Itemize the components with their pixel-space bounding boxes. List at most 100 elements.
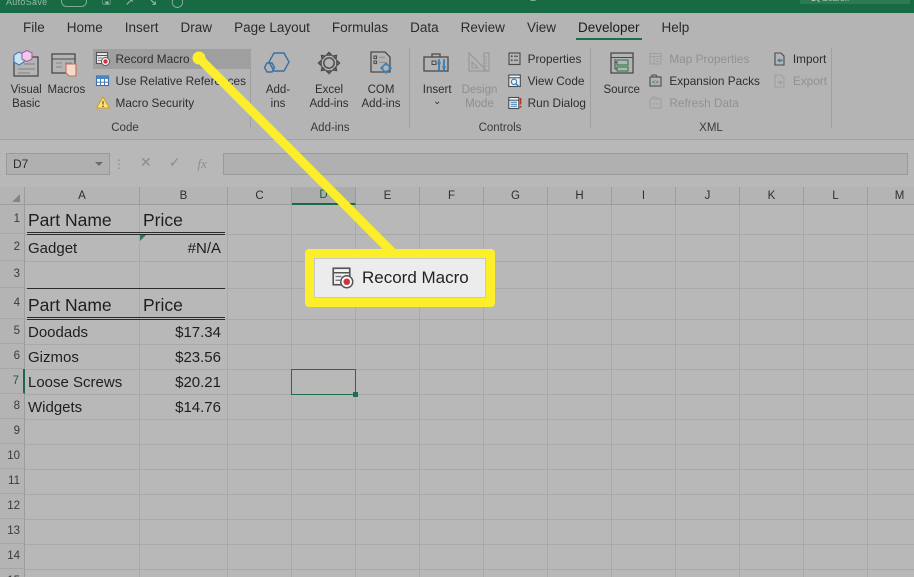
tab-draw[interactable]: Draw xyxy=(170,13,224,42)
insert-control-label: Insert xyxy=(422,84,452,96)
insert-control-button[interactable]: Insert ⌄ xyxy=(416,47,458,106)
confirm-check-icon[interactable]: ✓ xyxy=(169,155,181,172)
row-header-11[interactable]: 11 xyxy=(0,469,25,494)
formula-bar-overflow-icon[interactable]: ⋮ xyxy=(110,158,128,170)
search-box[interactable]: Search xyxy=(800,0,910,4)
fill-handle[interactable] xyxy=(353,392,358,397)
excel-add-ins-button[interactable]: Excel Add-ins xyxy=(303,47,355,110)
cancel-x-icon[interactable]: ✕ xyxy=(140,155,152,172)
insert-control-chevron-down-icon[interactable]: ⌄ xyxy=(433,96,441,106)
view-code-button[interactable]: View Code xyxy=(505,71,590,91)
column-header-I[interactable]: I xyxy=(612,187,676,205)
row-header-4[interactable]: 4 xyxy=(0,288,25,319)
row-header-3[interactable]: 3 xyxy=(0,261,25,288)
row-header-8[interactable]: 8 xyxy=(0,394,25,419)
row-header-6[interactable]: 6 xyxy=(0,344,25,369)
record-macro-button[interactable]: Record Macro xyxy=(92,49,250,69)
cell-B6[interactable]: $23.56 xyxy=(140,345,227,369)
column-header-C[interactable]: C xyxy=(228,187,292,205)
row-header-7[interactable]: 7 xyxy=(0,369,25,394)
tab-formulas[interactable]: Formulas xyxy=(321,13,399,42)
use-relative-references-label: Use Relative References xyxy=(115,74,246,88)
row-header-15[interactable]: 15 xyxy=(0,569,25,577)
tab-review[interactable]: Review xyxy=(450,13,516,42)
column-header-K[interactable]: K xyxy=(740,187,804,205)
tab-home[interactable]: Home xyxy=(56,13,114,42)
refresh-data-button: <> Refresh Data xyxy=(646,93,764,113)
column-header-H[interactable]: H xyxy=(548,187,612,205)
expansion-packs-button[interactable]: <> Expansion Packs xyxy=(646,71,764,91)
column-header-E[interactable]: E xyxy=(356,187,420,205)
macro-security-button[interactable]: Macro Security xyxy=(93,93,250,113)
name-box[interactable]: D7 xyxy=(6,152,110,175)
cell-B7[interactable]: $20.21 xyxy=(140,370,227,394)
cell-A1[interactable]: Part Name xyxy=(25,207,139,234)
import-button[interactable]: <> Import xyxy=(770,49,831,69)
import-icon: <> xyxy=(774,52,785,66)
formula-input[interactable] xyxy=(222,152,908,175)
column-header-J[interactable]: J xyxy=(676,187,740,205)
add-ins-button[interactable]: Add- ins xyxy=(253,47,303,110)
column-header-M[interactable]: M xyxy=(868,187,914,205)
autosave-toggle[interactable] xyxy=(61,0,88,7)
tab-data[interactable]: Data xyxy=(399,13,450,42)
tab-developer[interactable]: Developer xyxy=(567,13,651,42)
column-header-F[interactable]: F xyxy=(420,187,484,205)
cell-B5[interactable]: $17.34 xyxy=(140,320,227,344)
cell-A4[interactable]: Part Name xyxy=(25,291,139,319)
run-dialog-button[interactable]: Run Dialog xyxy=(505,93,590,113)
row-header-9[interactable]: 9 xyxy=(0,419,25,444)
cell-B8[interactable]: $14.76 xyxy=(140,395,227,419)
row-header-10[interactable]: 10 xyxy=(0,444,25,469)
chevron-down-icon[interactable] xyxy=(95,161,103,166)
cell-A8[interactable]: Widgets xyxy=(25,395,139,419)
cell-B1[interactable]: Price xyxy=(140,207,227,234)
record-macro-icon xyxy=(332,267,354,289)
cell-A2[interactable]: Gadget xyxy=(25,235,139,261)
column-header-L[interactable]: L xyxy=(804,187,868,205)
customize-qat-icon[interactable]: ◯ xyxy=(171,0,183,8)
column-header-D[interactable]: D xyxy=(292,187,356,205)
tab-file[interactable]: File xyxy=(12,13,56,42)
properties-label: Properties xyxy=(527,52,582,66)
visual-basic-button[interactable]: Visual Basic xyxy=(6,47,46,110)
save-icon[interactable]: 🖫 xyxy=(101,0,110,11)
cell-A6[interactable]: Gizmos xyxy=(25,345,139,369)
row-header-2[interactable]: 2 xyxy=(0,234,25,261)
visual-basic-label-2: Basic xyxy=(12,97,41,110)
xml-source-button[interactable]: Source xyxy=(599,47,644,97)
macros-button[interactable]: Macros xyxy=(46,47,86,97)
column-header-G[interactable]: G xyxy=(484,187,548,205)
map-properties-label: Map Properties xyxy=(669,52,750,66)
design-mode-button: Design Mode xyxy=(458,47,500,110)
ribbon-group-addins: Add- ins Excel Add-ins COM Add-ins Add-i… xyxy=(251,42,409,139)
row-header-14[interactable]: 14 xyxy=(0,544,25,569)
properties-button[interactable]: Properties xyxy=(505,49,590,69)
redo-icon[interactable]: ↘ xyxy=(148,0,157,8)
use-relative-references-button[interactable]: Use Relative References xyxy=(93,71,250,91)
ribbon-group-code: Visual Basic Macros Record Macro Use Rel… xyxy=(0,42,250,139)
com-add-ins-button[interactable]: COM Add-ins xyxy=(355,47,407,110)
tab-view[interactable]: View xyxy=(516,13,567,42)
record-macro-callout-inner: Record Macro xyxy=(314,258,486,298)
cell-B4[interactable]: Price xyxy=(140,291,227,319)
cell-B2[interactable]: #N/A xyxy=(140,235,227,261)
row-header-12[interactable]: 12 xyxy=(0,494,25,519)
ribbon-group-controls: Insert ⌄ Design Mode Properties View Cod… xyxy=(410,42,590,139)
column-header-A[interactable]: A xyxy=(25,187,140,205)
column-header-B[interactable]: B xyxy=(140,187,228,205)
tab-page-layout[interactable]: Page Layout xyxy=(223,13,321,42)
tab-insert[interactable]: Insert xyxy=(114,13,170,42)
cell-A5[interactable]: Doodads xyxy=(25,320,139,344)
tab-help[interactable]: Help xyxy=(651,13,701,42)
insert-function-fx-icon[interactable]: fx xyxy=(197,156,206,172)
select-all-corner[interactable] xyxy=(0,187,25,205)
cell-A7[interactable]: Loose Screws xyxy=(25,370,139,394)
row-header-1[interactable]: 1 xyxy=(0,205,25,234)
row-header-13[interactable]: 13 xyxy=(0,519,25,544)
row-header-5[interactable]: 5 xyxy=(0,319,25,344)
undo-icon[interactable]: ↗ xyxy=(125,0,134,8)
gridline-h-11 xyxy=(25,494,914,495)
gridline-h-13 xyxy=(25,544,914,545)
active-cell-selection-D7[interactable] xyxy=(291,369,356,395)
